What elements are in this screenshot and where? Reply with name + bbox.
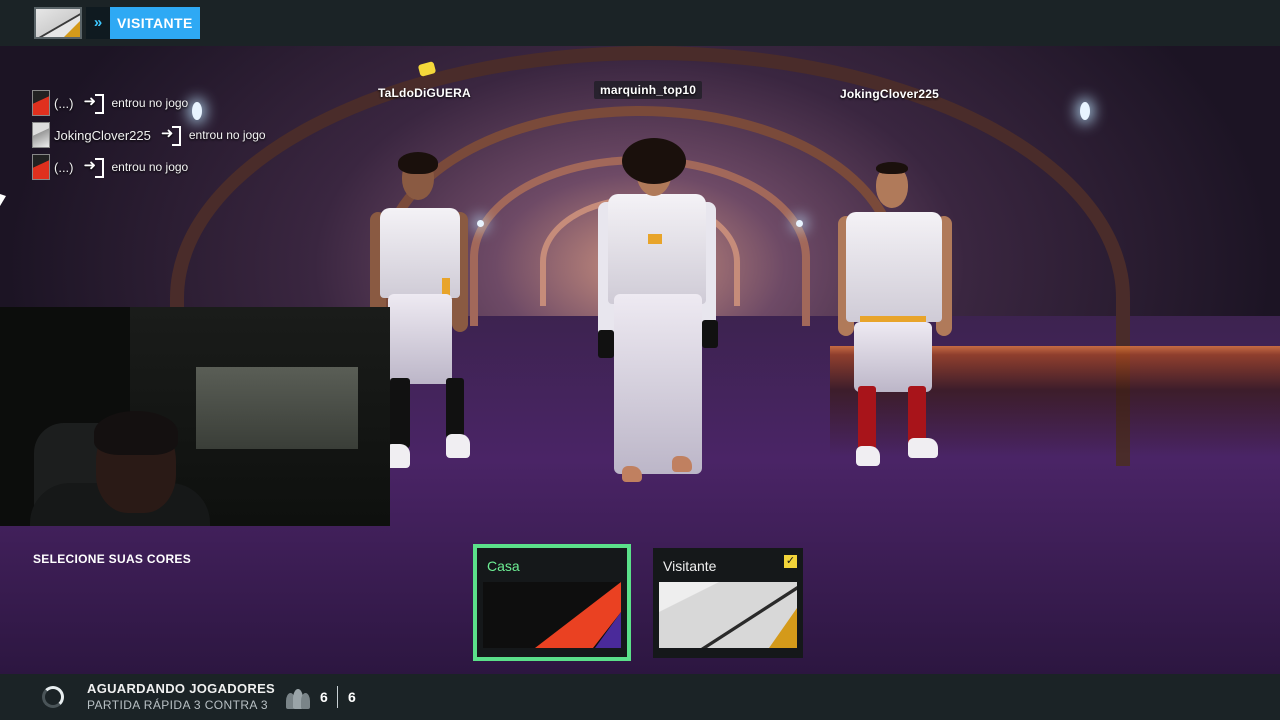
team-label: VISITANTE bbox=[110, 7, 200, 39]
checkbox-checked-icon: ✓ bbox=[784, 555, 797, 568]
kit-label: Casa bbox=[487, 558, 520, 574]
player-name-left: TaLdoDiGUERA bbox=[378, 86, 471, 100]
player-badge bbox=[32, 154, 50, 180]
player-name-center: marquinh_top10 bbox=[594, 81, 703, 99]
kit-swatch-visitante bbox=[659, 582, 797, 648]
enter-door-icon bbox=[84, 156, 104, 178]
double-chevron-icon: » bbox=[86, 7, 110, 39]
player-badge bbox=[32, 122, 50, 148]
kit-option-visitante[interactable]: Visitante ✓ bbox=[653, 548, 803, 658]
kit-option-casa[interactable]: Casa bbox=[473, 544, 631, 661]
player-avatar-right bbox=[836, 116, 956, 466]
feed-message: entrou no jogo bbox=[111, 96, 189, 110]
ceiling-lamp bbox=[192, 102, 202, 120]
webcam-monitor bbox=[196, 367, 358, 449]
player-name-right: JokingClover225 bbox=[840, 87, 940, 101]
feed-message: entrou no jogo bbox=[188, 128, 266, 142]
players-current-count: 6 bbox=[320, 689, 328, 705]
feed-item: JokingClover225 entrou no jogo bbox=[32, 121, 266, 149]
enter-door-icon bbox=[84, 92, 104, 114]
player-avatar-center bbox=[592, 94, 722, 494]
feed-item: (...) entrou no jogo bbox=[32, 153, 188, 181]
team-kit-swatch bbox=[34, 7, 82, 39]
kit-swatch-casa bbox=[483, 582, 621, 648]
top-bar: » VISITANTE bbox=[0, 0, 1280, 46]
feed-player-name: JokingClover225 bbox=[54, 127, 151, 143]
feed-player-name: (...) bbox=[54, 95, 74, 111]
status-bar: AGUARDANDO JOGADORES PARTIDA RÁPIDA 3 CO… bbox=[0, 674, 1280, 720]
feed-player-name: (...) bbox=[54, 159, 74, 175]
loading-spinner-icon bbox=[42, 686, 64, 708]
status-title: AGUARDANDO JOGADORES bbox=[87, 681, 276, 696]
color-select-title: SELECIONE SUAS CORES bbox=[33, 552, 192, 566]
webcam-overlay bbox=[0, 307, 390, 526]
player-badge bbox=[32, 90, 50, 116]
feed-item: (...) entrou no jogo bbox=[32, 89, 188, 117]
ceiling-lamp bbox=[796, 220, 803, 227]
people-icon bbox=[286, 687, 310, 709]
feed-message: entrou no jogo bbox=[111, 160, 189, 174]
count-divider bbox=[337, 686, 338, 708]
players-max-count: 6 bbox=[348, 689, 356, 705]
enter-door-icon bbox=[161, 124, 181, 146]
ceiling-lamp bbox=[1080, 102, 1090, 120]
ceiling-lamp bbox=[477, 220, 484, 227]
webcam-streamer-hair bbox=[94, 411, 178, 455]
mouse-cursor-icon bbox=[0, 194, 6, 206]
kit-label: Visitante bbox=[663, 558, 717, 574]
status-subtitle: PARTIDA RÁPIDA 3 CONTRA 3 bbox=[87, 698, 268, 712]
